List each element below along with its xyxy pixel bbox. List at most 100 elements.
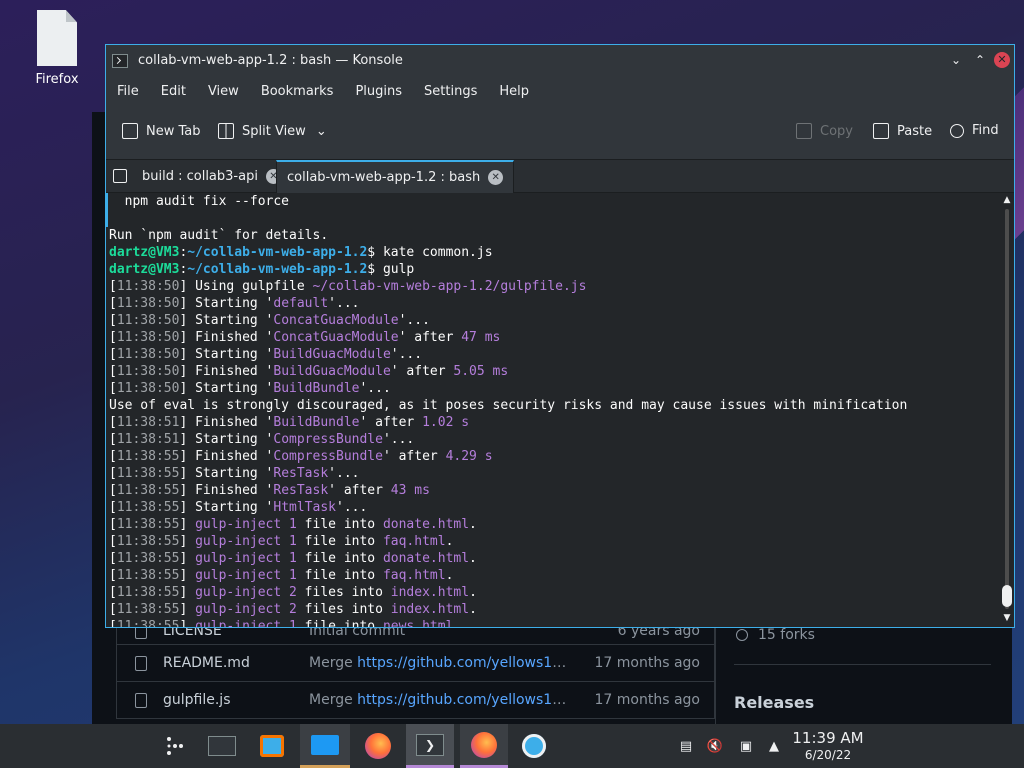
- scroll-up-icon[interactable]: ▲: [1002, 195, 1012, 205]
- store-glyph: [260, 735, 284, 757]
- menu-help[interactable]: Help: [491, 84, 537, 99]
- terminal-text: [: [109, 483, 117, 498]
- taskbar: ❯ ▤ 🔇 ▣ ▲ 11:39 AM 6/20/22: [0, 724, 1024, 768]
- terminal-output[interactable]: npm audit fix --force Run `npm audit` for…: [106, 193, 1002, 627]
- new-tab-button[interactable]: New Tab: [122, 123, 201, 139]
- search-icon: [950, 123, 964, 138]
- terminal-text: 1: [289, 517, 297, 532]
- terminal-text: .: [469, 551, 477, 566]
- volume-muted-icon[interactable]: 🔇: [707, 738, 723, 754]
- menu-view[interactable]: View: [200, 84, 247, 99]
- close-icon[interactable]: ✕: [994, 52, 1010, 68]
- terminal-text: 11:38:55: [116, 466, 180, 481]
- terminal-text: .: [445, 534, 454, 549]
- close-tab-icon[interactable]: ✕: [488, 170, 504, 185]
- file-name[interactable]: gulpfile.js: [163, 692, 309, 708]
- terminal-text: gulp-inject: [195, 517, 282, 532]
- firefox-glyph: [471, 731, 497, 758]
- terminal-text: [: [109, 279, 117, 294]
- scroll-track[interactable]: [1005, 209, 1009, 609]
- terminal-text: 11:38:50: [116, 364, 180, 379]
- maximize-icon[interactable]: ⌃: [972, 52, 988, 68]
- application-launcher-icon[interactable]: [152, 724, 196, 768]
- browser-icon[interactable]: [512, 724, 556, 768]
- terminal-text: [: [109, 449, 117, 464]
- folder-glyph: [311, 734, 339, 755]
- split-view-button[interactable]: Split View ⌄: [218, 123, 327, 139]
- terminal-text: 11:38:55: [116, 551, 180, 566]
- terminal-text: 4.29 s: [445, 449, 493, 464]
- konsole-icon[interactable]: ❯: [406, 724, 454, 768]
- terminal-text: 11:38:50: [116, 313, 180, 328]
- tab-collab-vm-web-app[interactable]: collab-vm-web-app-1.2 : bash ✕: [276, 160, 515, 193]
- desktop-file-firefox[interactable]: Firefox: [22, 8, 92, 87]
- terminal-text: .: [445, 568, 454, 583]
- terminal-scrollbar[interactable]: ▲ ▼: [1000, 193, 1014, 627]
- commit-message: Merge https://github.com/yellows111/coll…: [309, 655, 575, 671]
- terminal-text: .: [469, 602, 477, 617]
- menu-bookmarks[interactable]: Bookmarks: [253, 84, 342, 99]
- terminal-line: [11:38:55] gulp-inject 1 file into news.…: [106, 618, 1002, 627]
- menu-plugins[interactable]: Plugins: [347, 84, 410, 99]
- scroll-down-icon[interactable]: ▼: [1002, 613, 1012, 623]
- terminal-text: '...: [328, 466, 360, 481]
- terminal-text: ~/collab-vm-web-app-1.2: [187, 245, 368, 260]
- terminal-text: '...: [336, 500, 368, 515]
- terminal-text: gulp-inject: [195, 534, 282, 549]
- terminal-line: [11:38:50] Finished 'BuildGuacModule' af…: [106, 363, 1002, 380]
- firefox-icon[interactable]: [460, 724, 508, 768]
- chevron-down-icon[interactable]: ⌄: [316, 124, 327, 139]
- releases-heading[interactable]: Releases: [734, 693, 814, 712]
- clock[interactable]: 11:39 AM 6/20/22: [786, 729, 870, 762]
- paste-icon: [873, 123, 889, 139]
- terminal-text: '...: [390, 347, 423, 362]
- konsole-glyph: ❯: [416, 733, 444, 756]
- terminal-text: ] Finished ': [179, 364, 274, 379]
- network-icon[interactable]: ▣: [738, 738, 754, 754]
- table-row[interactable]: gulpfile.js Merge https://github.com/yel…: [117, 681, 714, 718]
- software-store-icon[interactable]: [250, 724, 294, 768]
- menu-file[interactable]: File: [109, 84, 147, 99]
- terminal-text: 47 ms: [461, 330, 501, 345]
- menu-settings[interactable]: Settings: [416, 84, 485, 99]
- terminal-text: [: [109, 313, 117, 328]
- terminal-text: [: [109, 381, 117, 396]
- file-icon: [135, 692, 147, 708]
- terminal-text: ]: [179, 585, 196, 600]
- firefox-icon[interactable]: [356, 724, 400, 768]
- terminal-text: ]: [179, 619, 196, 627]
- find-button[interactable]: Find: [950, 123, 999, 138]
- file-manager-icon[interactable]: [300, 724, 350, 768]
- fork-icon: [736, 629, 748, 641]
- terminal-text: ResTask: [273, 483, 329, 498]
- terminal-text: dartz@VM3: [109, 245, 180, 260]
- terminal-line: [11:38:55] Starting 'ResTask'...: [106, 465, 1002, 482]
- konsole-app-icon[interactable]: [112, 53, 128, 68]
- commit-message: Merge https://github.com/yellows111/coll…: [309, 692, 575, 708]
- terminal-text: dartz@VM3: [109, 262, 180, 277]
- paste-button[interactable]: Paste: [873, 123, 932, 139]
- paste-label: Paste: [897, 123, 933, 139]
- terminal-text: 11:38:55: [116, 585, 180, 600]
- new-tab-menu-icon[interactable]: [113, 169, 127, 183]
- terminal-icon[interactable]: [200, 724, 244, 768]
- commit-link[interactable]: https://github.com/yellows111/coll...: [357, 692, 575, 708]
- scroll-thumb[interactable]: [1002, 585, 1012, 607]
- terminal-text: [: [109, 602, 117, 617]
- expand-tray-icon[interactable]: ▲: [766, 738, 782, 754]
- commit-link[interactable]: https://github.com/yellows111/coll...: [357, 655, 575, 671]
- menu-edit[interactable]: Edit: [153, 84, 194, 99]
- commit-date: 17 months ago: [594, 692, 700, 708]
- table-row[interactable]: README.md Merge https://github.com/yello…: [117, 644, 714, 681]
- minimize-icon[interactable]: ⌄: [948, 52, 964, 68]
- window-title: collab-vm-web-app-1.2 : bash — Konsole: [138, 53, 403, 68]
- title-bar[interactable]: collab-vm-web-app-1.2 : bash — Konsole ⌄…: [106, 45, 1014, 76]
- forks-count[interactable]: 15 forks: [736, 627, 815, 643]
- clipboard-icon[interactable]: ▤: [678, 738, 694, 754]
- tab-build-collab3-api[interactable]: build : collab3-api ✕: [132, 160, 291, 193]
- file-name[interactable]: README.md: [163, 655, 309, 671]
- terminal-text: BuildGuacModule: [273, 347, 391, 362]
- copy-button[interactable]: Copy: [796, 123, 853, 139]
